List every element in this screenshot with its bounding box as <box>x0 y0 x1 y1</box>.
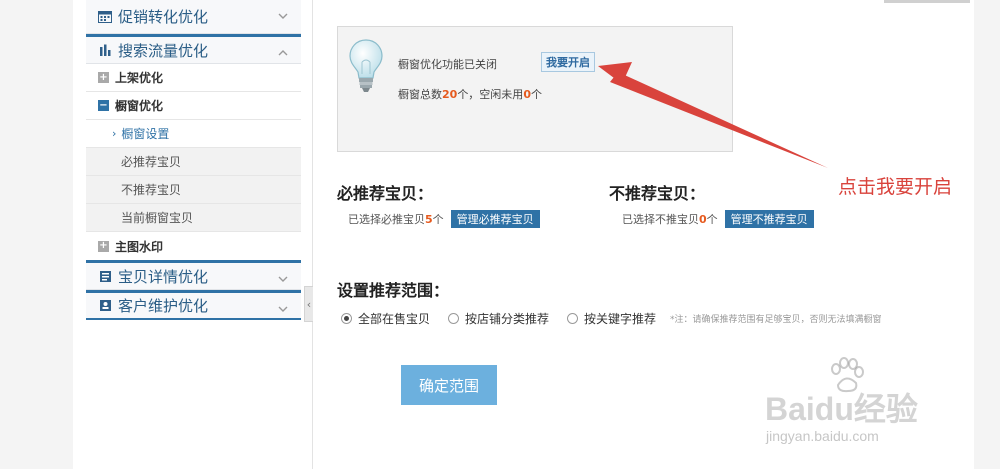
must-recommend-title: 必推荐宝贝： <box>337 184 434 203</box>
right-gutter <box>974 0 1000 469</box>
total-prefix: 橱窗总数 <box>398 88 442 101</box>
scope-option-label: 全部在售宝贝 <box>358 312 431 326</box>
scope-option-label: 按关键字推荐 <box>584 312 657 326</box>
confirm-scope-button[interactable]: 确定范围 <box>401 365 497 405</box>
watermark-url: jingyan.baidu.com <box>766 428 879 444</box>
chevron-up-icon <box>277 45 289 57</box>
plus-icon: + <box>98 71 109 83</box>
not-suffix: 个 <box>706 213 718 226</box>
watermark-logo-text: Baidu经验 <box>765 391 918 427</box>
sidebar-item-label: 橱窗优化 <box>115 99 164 113</box>
not-count: 0 <box>699 212 707 226</box>
sidebar-item-window-settings[interactable]: › 橱窗设置 <box>86 120 301 148</box>
collapse-sidebar-handle[interactable]: ‹ <box>304 286 313 322</box>
chevron-down-icon <box>277 301 289 313</box>
sidebar-item-watermark[interactable]: + 主图水印 <box>86 232 301 260</box>
sidebar-group-promotion[interactable]: 促销转化优化 <box>86 0 301 34</box>
window-status-text: 橱窗优化功能已关闭 <box>398 58 497 71</box>
sidebar-item-must-recommend[interactable]: 必推荐宝贝 <box>86 148 301 176</box>
must-count: 5 <box>425 212 433 226</box>
chevron-left-icon: ‹ <box>306 297 312 311</box>
contact-card-icon <box>98 299 112 313</box>
minus-icon: − <box>98 99 109 111</box>
sidebar-item-label: 橱窗设置 <box>121 127 170 141</box>
chevron-right-icon: › <box>112 127 117 140</box>
sidebar-group-label: 宝贝详情优化 <box>118 267 209 286</box>
sidebar-item-label: 当前橱窗宝贝 <box>121 211 194 225</box>
enable-window-button[interactable]: 我要开启 <box>541 52 595 72</box>
window-total-text: 橱窗总数20个，空闲未用0个 <box>398 86 542 102</box>
radio-button[interactable] <box>448 313 460 324</box>
sidebar-group-detail[interactable]: 宝贝详情优化 <box>86 260 301 290</box>
radio-button[interactable] <box>567 313 579 324</box>
left-gutter <box>0 0 73 469</box>
sidebar-item-listing[interactable]: + 上架优化 <box>86 64 301 92</box>
total-count: 20 <box>442 88 458 101</box>
bar-chart-icon <box>98 43 112 57</box>
scope-radio-group: 全部在售宝贝 按店铺分类推荐 按关键字推荐 *注：请确保推荐范围有足够宝贝，否则… <box>341 310 882 327</box>
sidebar-item-label: 不推荐宝贝 <box>121 183 182 197</box>
sidebar-item-not-recommend[interactable]: 不推荐宝贝 <box>86 176 301 204</box>
calendar-icon <box>98 10 112 24</box>
page-icon <box>98 269 112 283</box>
total-suffix: 个 <box>530 88 542 101</box>
not-recommend-summary: 已选择不推宝贝 0 个 管理不推荐宝贝 <box>622 210 814 228</box>
sidebar-group-label: 客户维护优化 <box>118 297 209 315</box>
top-bar-fragment <box>884 0 970 3</box>
sidebar-item-label: 主图水印 <box>115 239 164 254</box>
scope-option-keyword[interactable]: 按关键字推荐 <box>567 310 656 327</box>
sidebar-item-current-window[interactable]: 当前橱窗宝贝 <box>86 204 301 232</box>
chevron-down-icon <box>277 8 289 20</box>
sidebar-group-label: 促销转化优化 <box>118 8 209 26</box>
must-selected-prefix: 已选择必推宝贝 <box>348 213 425 226</box>
sidebar-item-label: 上架优化 <box>115 71 164 85</box>
must-suffix: 个 <box>432 213 444 226</box>
sidebar-group-search[interactable]: 搜索流量优化 <box>86 34 301 64</box>
scope-option-all[interactable]: 全部在售宝贝 <box>341 310 430 327</box>
sidebar-item-window[interactable]: − 橱窗优化 <box>86 92 301 120</box>
sidebar-group-customer[interactable]: 客户维护优化 <box>86 290 301 320</box>
not-recommend-title: 不推荐宝贝： <box>609 184 706 203</box>
not-selected-prefix: 已选择不推宝贝 <box>622 213 699 226</box>
manage-not-recommend-button[interactable]: 管理不推荐宝贝 <box>724 210 814 228</box>
annotation-label: 点击我要开启 <box>838 176 953 198</box>
scope-title: 设置推荐范围： <box>337 281 450 300</box>
manage-must-recommend-button[interactable]: 管理必推荐宝贝 <box>450 210 540 228</box>
window-status-panel: 橱窗优化功能已关闭 我要开启 橱窗总数20个，空闲未用0个 <box>337 26 733 152</box>
plus-icon: + <box>98 240 109 252</box>
scope-option-category[interactable]: 按店铺分类推荐 <box>448 310 549 327</box>
must-recommend-summary: 已选择必推宝贝 5 个 管理必推荐宝贝 <box>348 210 540 228</box>
sidebar: 促销转化优化 搜索流量优化 + 上架优化 − 橱窗优化 › 橱窗设置 必推荐宝贝… <box>86 0 301 320</box>
lightbulb-icon <box>349 39 383 92</box>
content-divider <box>312 0 313 469</box>
scope-option-label: 按店铺分类推荐 <box>465 312 550 326</box>
chevron-down-icon <box>277 271 289 283</box>
idle-count: 0 <box>523 88 531 101</box>
sidebar-item-label: 必推荐宝贝 <box>121 155 182 169</box>
sidebar-group-label: 搜索流量优化 <box>118 41 209 60</box>
total-mid: 个，空闲未用 <box>457 88 524 101</box>
radio-button[interactable] <box>341 313 352 324</box>
scope-note: *注：请确保推荐范围有足够宝贝，否则无法填满橱窗 <box>670 315 882 325</box>
